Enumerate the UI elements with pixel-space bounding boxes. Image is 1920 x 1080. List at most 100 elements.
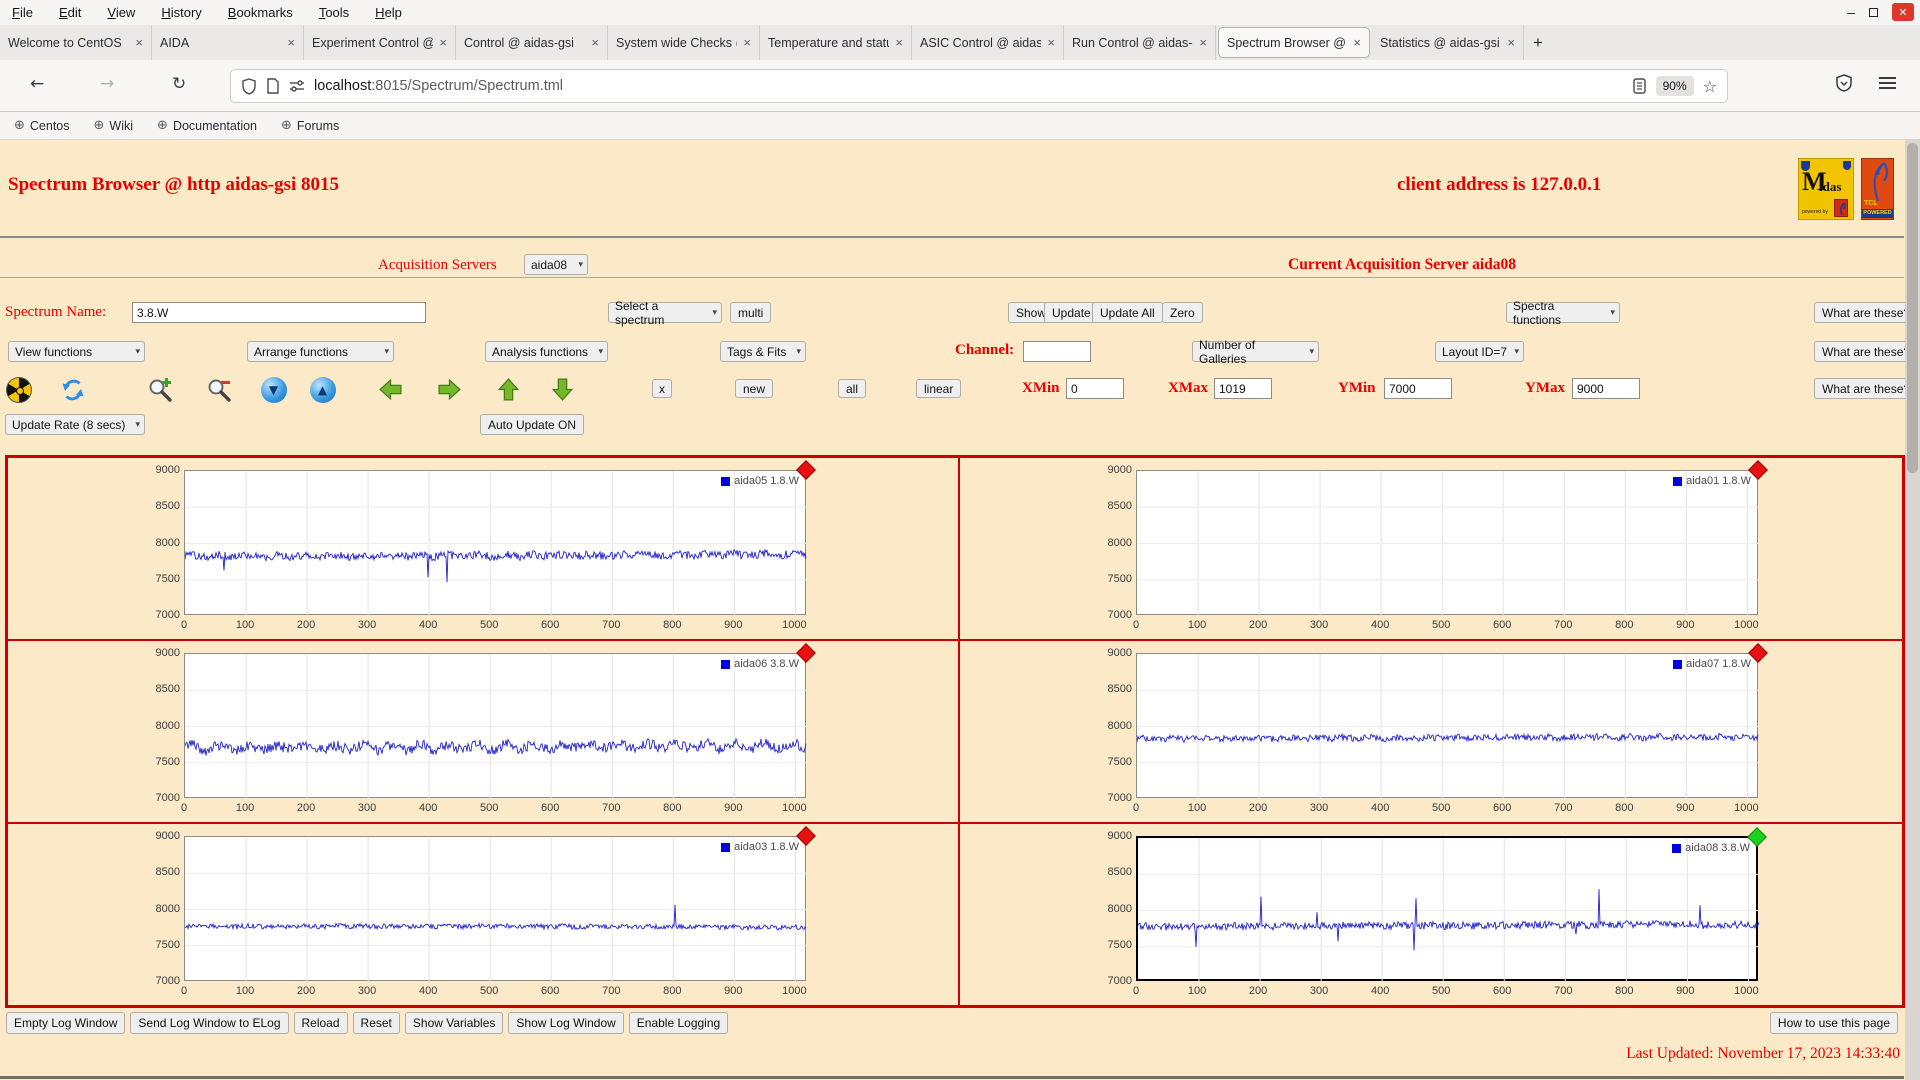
- tab-run-control[interactable]: Run Control @ aidas-gsi ×: [1064, 25, 1216, 60]
- midas-logo[interactable]: M idas powered by: [1798, 158, 1854, 220]
- bookmark-wiki[interactable]: ⊕ Wiki: [94, 118, 134, 133]
- maximize-icon[interactable]: [1869, 7, 1878, 17]
- spectrum-plot[interactable]: aida07 1.8.W: [1136, 643, 1768, 799]
- zoom-out-icon[interactable]: [206, 376, 233, 403]
- select-spectrum-dropdown[interactable]: Select a spectrum ▾: [608, 299, 722, 327]
- tab-close-icon[interactable]: ×: [1047, 35, 1055, 50]
- xmax-input[interactable]: [1214, 378, 1272, 399]
- what-are-these-button[interactable]: What are these?: [1814, 302, 1919, 323]
- refresh-icon[interactable]: [59, 376, 86, 403]
- page-info-icon[interactable]: [266, 78, 280, 94]
- send-log-to-elog-button[interactable]: Send Log Window to ELog: [130, 1012, 289, 1034]
- url-bar[interactable]: localhost:8015/Spectrum/Spectrum.tml 90%…: [230, 69, 1728, 103]
- scrollbar[interactable]: [1905, 140, 1920, 1080]
- update-all-button[interactable]: Update All: [1092, 302, 1163, 323]
- x-axis-button[interactable]: x: [652, 379, 672, 398]
- tab-close-icon[interactable]: ×: [743, 35, 751, 50]
- spectrum-plot[interactable]: aida01 1.8.W: [1136, 460, 1768, 616]
- ymax-input[interactable]: [1572, 378, 1640, 399]
- tab-close-icon[interactable]: ×: [895, 35, 903, 50]
- compress-y-icon[interactable]: ▼: [260, 376, 287, 403]
- how-to-use-button[interactable]: How to use this page: [1769, 1012, 1898, 1034]
- expand-y-icon[interactable]: ▲: [309, 376, 336, 403]
- spectrum-plot[interactable]: aida03 1.8.W: [184, 826, 816, 982]
- tab-close-icon[interactable]: ×: [1507, 35, 1515, 50]
- zoom-level-badge[interactable]: 90%: [1655, 76, 1694, 96]
- tab-close-icon[interactable]: ×: [1199, 35, 1207, 50]
- spectrum-name-input[interactable]: [132, 302, 426, 323]
- menu-file[interactable]: File: [12, 5, 33, 20]
- tab-temperature[interactable]: Temperature and status ×: [760, 25, 912, 60]
- tab-system-checks[interactable]: System wide Checks @ ×: [608, 25, 760, 60]
- menu-view[interactable]: View: [107, 5, 135, 20]
- tab-spectrum-browser[interactable]: Spectrum Browser @ a ×: [1218, 27, 1370, 58]
- menu-tools[interactable]: Tools: [319, 5, 349, 20]
- tags-fits-dropdown[interactable]: Tags & Fits ▾: [720, 341, 806, 362]
- minimize-icon[interactable]: –: [1847, 4, 1855, 20]
- multi-button[interactable]: multi: [730, 302, 772, 323]
- forward-icon[interactable]: →: [100, 74, 114, 94]
- empty-log-window-button[interactable]: Empty Log Window: [6, 1012, 126, 1034]
- enable-logging-button[interactable]: Enable Logging: [628, 1012, 729, 1034]
- auto-update-button[interactable]: Auto Update ON: [480, 414, 585, 435]
- tab-close-icon[interactable]: ×: [439, 35, 447, 50]
- bookmark-star-icon[interactable]: ☆: [1703, 77, 1717, 96]
- tab-welcome-centos[interactable]: Welcome to CentOS ×: [0, 25, 152, 60]
- spectrum-plot[interactable]: aida08 3.8.W: [1136, 827, 1767, 983]
- analysis-functions-dropdown[interactable]: Analysis functions ▾: [485, 341, 608, 362]
- tab-experiment-control[interactable]: Experiment Control @ a ×: [304, 25, 456, 60]
- tcl-powered-logo[interactable]: TCL POWERED: [1861, 158, 1894, 220]
- hamburger-menu-icon[interactable]: [1879, 76, 1896, 90]
- shift-down-icon[interactable]: [549, 376, 576, 403]
- menu-history[interactable]: History: [161, 5, 201, 20]
- back-icon[interactable]: ←: [30, 74, 44, 94]
- account-shield-icon[interactable]: [1835, 74, 1853, 92]
- tab-control[interactable]: Control @ aidas-gsi ×: [456, 25, 608, 60]
- menu-edit[interactable]: Edit: [59, 5, 81, 20]
- update-rate-dropdown[interactable]: Update Rate (8 secs) ▾: [5, 414, 145, 435]
- tab-close-icon[interactable]: ×: [287, 35, 295, 50]
- spectrum-plot[interactable]: aida06 3.8.W: [184, 643, 816, 799]
- reset-button[interactable]: Reset: [352, 1012, 400, 1034]
- number-of-galleries-dropdown[interactable]: Number of Galleries ▾: [1192, 338, 1319, 366]
- menu-bookmarks[interactable]: Bookmarks: [228, 5, 293, 20]
- radioactive-icon[interactable]: [5, 376, 32, 403]
- linear-button[interactable]: linear: [916, 379, 962, 398]
- new-tab-icon[interactable]: +: [1524, 25, 1552, 60]
- reader-view-icon[interactable]: [1632, 78, 1647, 94]
- zoom-in-icon[interactable]: [147, 376, 174, 403]
- url-text[interactable]: localhost:8015/Spectrum/Spectrum.tml: [314, 78, 1623, 94]
- close-window-icon[interactable]: ✕: [1892, 3, 1914, 21]
- spectra-functions-dropdown[interactable]: Spectra functions ▾: [1506, 299, 1620, 327]
- channel-input[interactable]: [1023, 341, 1091, 362]
- reload-icon[interactable]: ↻: [172, 74, 186, 94]
- acquisition-server-select[interactable]: aida08 ▾: [524, 254, 588, 275]
- update-button[interactable]: Update: [1044, 302, 1099, 323]
- shield-icon[interactable]: [241, 77, 257, 95]
- shift-right-icon[interactable]: [436, 376, 463, 403]
- scrollbar-thumb[interactable]: [1907, 143, 1918, 473]
- arrange-functions-dropdown[interactable]: Arrange functions ▾: [247, 341, 394, 362]
- xmin-input[interactable]: [1066, 378, 1124, 399]
- tab-close-icon[interactable]: ×: [591, 35, 599, 50]
- bookmark-centos[interactable]: ⊕ Centos: [14, 118, 70, 133]
- reload-button[interactable]: Reload: [293, 1012, 348, 1034]
- tab-statistics[interactable]: Statistics @ aidas-gsi ×: [1372, 25, 1524, 60]
- all-button[interactable]: all: [838, 379, 867, 398]
- what-are-these-button[interactable]: What are these?: [1814, 341, 1919, 362]
- permissions-icon[interactable]: [289, 79, 305, 93]
- shift-up-icon[interactable]: [495, 376, 522, 403]
- bookmark-forums[interactable]: ⊕ Forums: [281, 118, 339, 133]
- layout-id-dropdown[interactable]: Layout ID=7 ▾: [1435, 341, 1524, 362]
- bookmark-documentation[interactable]: ⊕ Documentation: [157, 118, 257, 133]
- tab-close-icon[interactable]: ×: [1353, 35, 1361, 50]
- what-are-these-button[interactable]: What are these?: [1814, 378, 1919, 399]
- ymin-input[interactable]: [1384, 378, 1452, 399]
- menu-help[interactable]: Help: [375, 5, 402, 20]
- spectrum-plot[interactable]: aida05 1.8.W: [184, 460, 816, 616]
- view-functions-dropdown[interactable]: View functions ▾: [8, 341, 145, 362]
- tab-close-icon[interactable]: ×: [135, 35, 143, 50]
- tab-aida[interactable]: AIDA ×: [152, 25, 304, 60]
- shift-left-icon[interactable]: [377, 376, 404, 403]
- show-variables-button[interactable]: Show Variables: [404, 1012, 504, 1034]
